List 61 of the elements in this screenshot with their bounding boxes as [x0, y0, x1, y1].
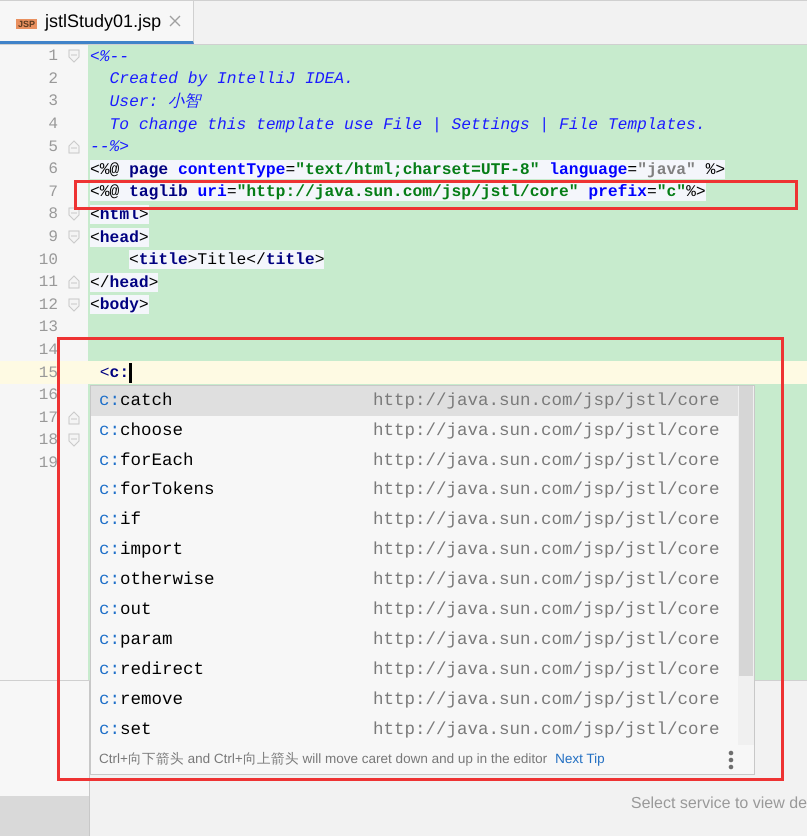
completion-item[interactable]: c:choose http://java.sun.com/jsp/jstl/core [91, 416, 738, 446]
completion-item[interactable]: c:param http://java.sun.com/jsp/jstl/core [91, 625, 738, 656]
fold-marker-icon[interactable] [68, 207, 80, 222]
line-number: 16 [38, 385, 58, 406]
line-number: 13 [38, 317, 58, 338]
completion-item[interactable]: c:remove http://java.sun.com/jsp/jstl/core [91, 684, 738, 715]
tab-label: jstlStudy01.jsp [45, 10, 162, 33]
line-number: 11 [38, 272, 58, 294]
line-number: 12 [38, 294, 58, 316]
code-line: <c: [98, 362, 130, 384]
completion-item[interactable]: c:if http://java.sun.com/jsp/jstl/core [91, 506, 738, 536]
close-icon[interactable] [169, 15, 182, 27]
fold-marker-icon[interactable] [68, 433, 80, 448]
text-cursor [129, 362, 132, 383]
fold-marker-icon[interactable] [68, 49, 80, 64]
line-number: 19 [38, 452, 58, 474]
completion-item[interactable]: c:catch http://java.sun.com/jsp/jstl/core [91, 386, 738, 416]
completion-item[interactable]: c:import http://java.sun.com/jsp/jstl/core [91, 535, 738, 566]
completion-item[interactable]: c:forEach http://java.sun.com/jsp/jstl/core [91, 446, 738, 476]
next-tip-link[interactable]: Next Tip [555, 749, 605, 770]
line-number: 9 [48, 227, 58, 248]
completion-item[interactable]: c:otherwise http://java.sun.com/jsp/jstl/core [91, 565, 738, 596]
fold-marker-icon[interactable] [68, 298, 80, 312]
line-number: 3 [48, 91, 58, 112]
fold-marker-icon[interactable] [68, 410, 80, 425]
line-number: 14 [38, 340, 58, 362]
code-line: To change this template use File | Settings | File Templates. [108, 114, 706, 135]
code-line: Created by IntelliJ IDEA. [108, 68, 354, 90]
line-number: 10 [38, 250, 58, 271]
empty-state-text: Select service to view de [630, 794, 807, 814]
tip-text: Ctrl+向下箭头 and Ctrl+向上箭头 will move caret down and up in the editor [99, 750, 548, 768]
line-number: 1 [48, 46, 58, 68]
fold-marker-icon[interactable] [68, 140, 80, 154]
code-line: --%> [90, 136, 130, 158]
line-number: 6 [48, 159, 58, 180]
file-tab[interactable]: JSP jstlStudy01.jsp [0, 1, 194, 44]
completion-item[interactable]: c:redirect http://java.sun.com/jsp/jstl/core [91, 655, 738, 685]
fold-marker-icon[interactable] [68, 230, 80, 244]
completion-item[interactable]: c:set http://java.sun.com/jsp/jstl/core [91, 714, 738, 745]
line-number: 15 [38, 362, 58, 384]
line-number: 5 [48, 136, 58, 158]
code-line: </head> [90, 272, 158, 293]
code-line: <head> [90, 226, 149, 248]
code-line: <title>Title</title> [129, 249, 324, 270]
jsp-file-icon: JSP [16, 19, 38, 29]
line-number: 17 [38, 408, 58, 429]
code-line: <%@ page contentType="text/html;charset=UTF-8" language="java" %> [90, 158, 726, 180]
line-number: 2 [48, 68, 58, 90]
code-line: User: 小智 [108, 90, 200, 112]
scrollbar[interactable] [738, 386, 754, 745]
fold-marker-icon[interactable] [68, 275, 80, 290]
completion-item[interactable]: c:forTokens http://java.sun.com/jsp/jstl/core [91, 476, 738, 506]
code-line: <%@ taglib uri="http://java.sun.com/jsp/jstl/core" prefix="c"%> [90, 181, 706, 202]
more-icon[interactable] [728, 750, 734, 770]
line-number: 18 [38, 430, 58, 452]
line-number: 8 [48, 204, 58, 226]
code-line: <body> [90, 294, 149, 316]
completion-item[interactable]: c:out http://java.sun.com/jsp/jstl/core [91, 595, 738, 626]
line-number: 7 [48, 182, 58, 203]
code-line: <%-- [90, 46, 130, 67]
line-number: 4 [48, 114, 58, 136]
